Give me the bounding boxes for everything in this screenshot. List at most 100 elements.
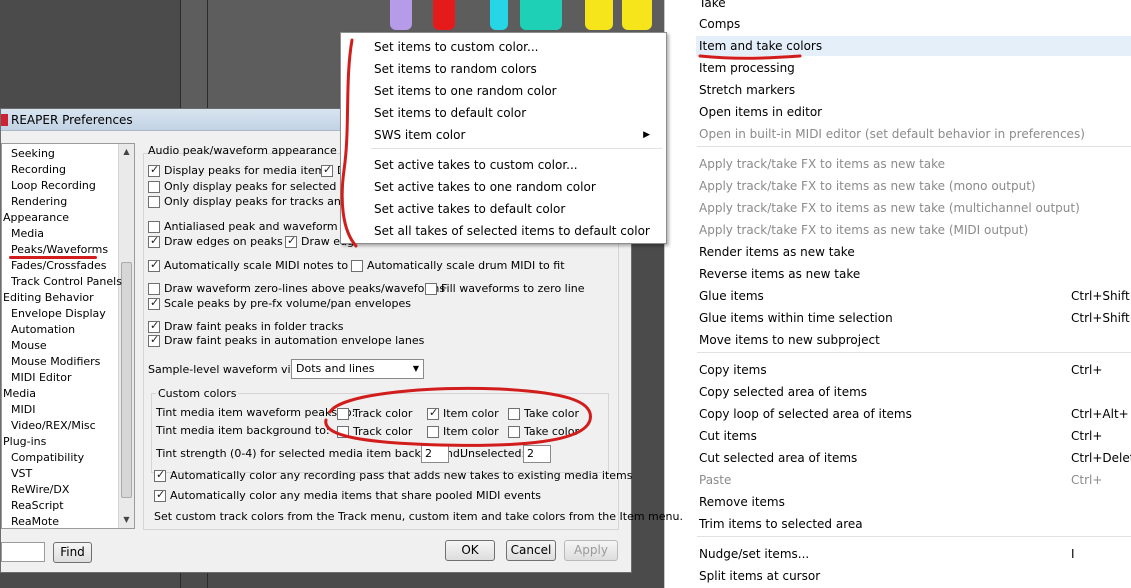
submenu-item[interactable]: Set active takes to one random color <box>374 177 662 197</box>
menu-item[interactable]: Copy items Ctrl+ <box>699 360 1131 380</box>
tree-item[interactable]: Editing Behavior <box>3 290 94 306</box>
menu-item[interactable]: Cut selected area of items Ctrl+Delet <box>699 448 1131 468</box>
media-item-clip[interactable] <box>433 0 455 30</box>
checkbox-checked-icon[interactable] <box>154 468 166 482</box>
menu-item[interactable]: Item processing <box>699 58 1131 78</box>
tree-item[interactable]: Track Control Panels <box>11 274 122 290</box>
find-button[interactable]: Find <box>53 542 92 563</box>
tree-item[interactable]: Rendering <box>11 194 67 210</box>
cancel-button[interactable]: Cancel <box>506 540 556 561</box>
tree-item[interactable]: MIDI <box>11 402 35 418</box>
checkbox-icon[interactable] <box>508 408 520 420</box>
menu-item[interactable]: Apply track/take FX to items as new take… <box>699 198 1131 218</box>
checkbox-option[interactable]: Display peaks for media items <box>148 163 331 178</box>
menu-item[interactable]: Stretch markers <box>699 80 1131 100</box>
checkbox-option[interactable]: Draw faint peaks in automation envelope … <box>148 333 424 348</box>
checkbox-option[interactable]: Draw waveform zero-lines above peaks/wav… <box>148 282 445 296</box>
menu-item[interactable]: Open items in editor <box>699 102 1131 122</box>
submenu-item[interactable]: Set items to custom color... <box>374 37 662 57</box>
tree-item[interactable]: Video/REX/Misc <box>11 418 96 434</box>
menu-item[interactable]: Remove items <box>699 492 1131 512</box>
menu-item[interactable]: Comps <box>699 14 1131 34</box>
checkbox-option[interactable]: Item color <box>427 425 499 439</box>
checkbox-option[interactable]: Take color <box>508 407 579 421</box>
tree-item[interactable]: Recording <box>11 162 66 178</box>
checkbox-checked-icon[interactable] <box>148 234 160 248</box>
checkbox-option[interactable]: Draw edges on peaks <box>148 234 283 249</box>
submenu-item[interactable]: Set items to random colors <box>374 59 662 79</box>
tint-strength-input[interactable]: 2 <box>421 445 449 463</box>
checkbox-option[interactable]: Automatically scale drum MIDI to fit <box>351 259 565 273</box>
tree-item[interactable]: Mouse <box>11 338 47 354</box>
scroll-up-icon[interactable]: ▲ <box>119 144 134 160</box>
tree-item[interactable]: Automation <box>11 322 75 338</box>
checkbox-icon[interactable] <box>425 283 437 295</box>
checkbox-option[interactable]: Automatically color any recording pass t… <box>154 468 633 483</box>
checkbox-icon[interactable] <box>337 408 349 420</box>
checkbox-checked-icon[interactable] <box>148 258 160 272</box>
menu-item[interactable]: Render items as new take <box>699 242 1131 262</box>
submenu-item[interactable]: Set active takes to custom color... <box>374 155 662 175</box>
submenu-item[interactable]: Set all takes of selected items to defau… <box>374 221 662 241</box>
checkbox-option[interactable]: Draw faint peaks in folder tracks <box>148 319 343 334</box>
tree-item[interactable]: Mouse Modifiers <box>11 354 100 370</box>
tree-item[interactable]: ReWire/DX <box>11 482 69 498</box>
tree-item[interactable]: Media <box>11 226 44 242</box>
checkbox-option[interactable]: Automatically scale MIDI notes to fit <box>148 258 363 273</box>
unselected-input[interactable]: 2 <box>523 445 551 463</box>
checkbox-checked-icon[interactable] <box>148 163 160 177</box>
media-item-clip[interactable] <box>622 0 652 30</box>
checkbox-option[interactable]: Scale peaks by pre-fx volume/pan envelop… <box>148 296 411 311</box>
checkbox-icon[interactable] <box>351 260 363 272</box>
sample-level-select[interactable]: Dots and lines ▼ <box>291 359 424 379</box>
checkbox-checked-icon[interactable] <box>154 488 166 502</box>
media-item-clip[interactable] <box>490 0 508 30</box>
tree-item[interactable]: VST <box>11 466 32 482</box>
scroll-thumb[interactable] <box>121 262 132 498</box>
menu-item[interactable]: Glue items within time selection Ctrl+Shi… <box>699 308 1131 328</box>
menu-item[interactable]: Move items to new subproject <box>699 330 1131 350</box>
menu-item[interactable]: Cut items Ctrl+ <box>699 426 1131 446</box>
tree-item[interactable]: Compatibility <box>11 450 84 466</box>
checkbox-icon[interactable] <box>427 426 439 438</box>
checkbox-checked-icon[interactable] <box>285 234 297 248</box>
media-item-clip[interactable] <box>520 0 562 30</box>
checkbox-icon[interactable] <box>148 196 160 208</box>
tree-item[interactable]: Loop Recording <box>11 178 96 194</box>
tree-item[interactable]: Fades/Crossfades <box>11 258 107 274</box>
checkbox-option[interactable]: Track color <box>337 407 412 421</box>
tree-item[interactable]: Appearance <box>3 210 69 226</box>
tree-item[interactable]: MIDI Editor <box>11 370 72 386</box>
tree-item[interactable]: Envelope Display <box>11 306 106 322</box>
menu-item[interactable]: Open in built-in MIDI editor (set defaul… <box>699 124 1131 144</box>
menu-item[interactable]: Copy selected area of items <box>699 382 1131 402</box>
tree-item[interactable]: ReaMote <box>11 514 59 528</box>
preferences-tree[interactable]: ▲ ▼ Seeking Recording Loop Recording Render… <box>1 143 135 529</box>
menu-item[interactable]: Take <box>699 0 1131 13</box>
checkbox-icon[interactable] <box>148 283 160 295</box>
media-item-clip[interactable] <box>585 0 613 30</box>
tree-item[interactable]: Plug-ins <box>3 434 46 450</box>
checkbox-option[interactable]: Antialiased peak and waveform drawi <box>148 220 371 234</box>
media-item-clip[interactable] <box>390 0 412 30</box>
checkbox-checked-icon[interactable] <box>148 319 160 333</box>
checkbox-icon[interactable] <box>148 181 160 193</box>
submenu-item[interactable]: Set items to one random color <box>374 81 662 101</box>
apply-button[interactable]: Apply <box>564 540 618 561</box>
menu-item[interactable]: Reverse items as new take <box>699 264 1131 284</box>
checkbox-checked-icon[interactable] <box>148 296 160 310</box>
checkbox-checked-icon[interactable] <box>148 333 160 347</box>
checkbox-icon[interactable] <box>337 426 349 438</box>
submenu-item[interactable]: SWS item color ▶ <box>374 125 662 145</box>
scroll-down-icon[interactable]: ▼ <box>119 512 134 528</box>
menu-item[interactable]: Apply track/take FX to items as new take <box>699 154 1131 174</box>
checkbox-option[interactable]: Item color <box>427 406 499 421</box>
checkbox-option[interactable]: Track color <box>337 425 412 439</box>
tree-item[interactable]: ReaScript <box>11 498 64 514</box>
checkbox-checked-icon[interactable] <box>321 163 333 177</box>
menu-item[interactable]: Glue items Ctrl+Shift+I <box>699 286 1131 306</box>
find-input[interactable] <box>1 542 45 562</box>
menu-item[interactable]: Trim items to selected area <box>699 514 1131 534</box>
menu-item[interactable]: Apply track/take FX to items as new take… <box>699 220 1131 240</box>
menu-item[interactable]: Nudge/set items... I <box>699 544 1131 564</box>
